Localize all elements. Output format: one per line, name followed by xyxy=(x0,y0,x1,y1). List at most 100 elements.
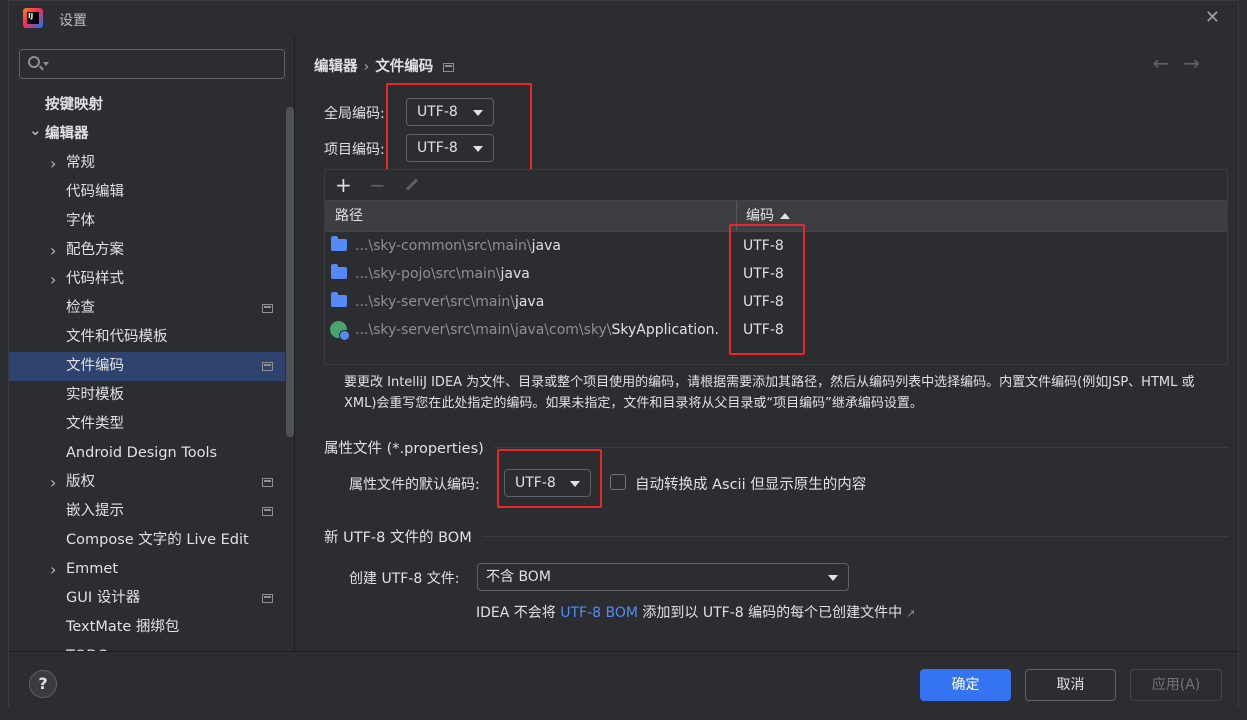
bom-create-label: 创建 UTF-8 文件: xyxy=(349,571,460,587)
sidebar-item[interactable]: 检查 xyxy=(9,294,285,323)
properties-encoding-label: 属性文件的默认编码: xyxy=(349,477,480,493)
column-header-encoding[interactable]: 编码 xyxy=(746,201,790,231)
bom-create-combo[interactable]: 不含 BOM xyxy=(477,563,849,591)
bom-section-title: 新 UTF-8 文件的 BOM xyxy=(324,530,472,546)
folder-icon xyxy=(331,264,347,279)
sidebar-item-label: 实时模板 xyxy=(66,387,124,403)
sidebar-item-label: 版权 xyxy=(66,474,95,490)
sidebar-item[interactable]: TODO xyxy=(9,642,285,651)
row-encoding[interactable]: UTF-8 xyxy=(743,316,784,344)
breadcrumb-separator: › xyxy=(363,59,370,75)
sidebar-item[interactable]: 嵌入提示 xyxy=(9,497,285,526)
column-header-path[interactable]: 路径 xyxy=(335,201,363,231)
bom-note-prefix: IDEA 不会将 xyxy=(476,605,561,621)
sidebar-item[interactable]: › 代码样式 xyxy=(9,265,285,294)
sidebar-item[interactable]: GUI 设计器 xyxy=(9,584,285,613)
help-button[interactable]: ? xyxy=(29,670,57,698)
sort-ascending-icon xyxy=(780,213,790,219)
sidebar-item-label: TODO xyxy=(66,642,109,651)
table-row[interactable]: ...\sky-server\src\main\java\com\sky\Sky… xyxy=(325,316,1227,344)
sidebar-item[interactable]: Android Design Tools xyxy=(9,439,285,468)
chevron-down-icon xyxy=(828,575,838,581)
cancel-button[interactable]: 取消 xyxy=(1025,669,1116,701)
settings-dialog: IJ 设置 ✕ 按键映射 ⌄ 编辑器 › 常规 代码编辑 字体 › 配色方案 › 代码样式 检查 文件和… xyxy=(8,0,1239,709)
path-encoding-table: + − 路径 编码 ...\sky-common\src\main\java UT… xyxy=(324,169,1228,365)
folder-icon xyxy=(331,236,347,251)
table-row[interactable]: ...\sky-pojo\src\main\java UTF-8 xyxy=(325,260,1227,288)
row-path-prefix: ...\sky-server\src\main\java\com\sky\ xyxy=(355,322,612,338)
sidebar-item[interactable]: TextMate 捆绑包 xyxy=(9,613,285,642)
sidebar-item[interactable]: 按键映射 xyxy=(9,91,285,120)
dialog-titlebar: IJ 设置 ✕ xyxy=(9,1,1238,37)
project-scope-icon xyxy=(262,304,273,313)
chevron-right-icon[interactable]: › xyxy=(50,149,56,178)
sidebar-item-label: Emmet xyxy=(66,561,119,577)
settings-search[interactable] xyxy=(19,49,285,79)
utf8-bom-link[interactable]: UTF-8 BOM xyxy=(560,605,638,621)
search-options-caret-icon[interactable] xyxy=(43,62,49,66)
sidebar-item[interactable]: 文件类型 xyxy=(9,410,285,439)
sidebar-item-label: 检查 xyxy=(66,300,95,316)
sidebar-item[interactable]: › 配色方案 xyxy=(9,236,285,265)
sidebar-item-label: 代码编辑 xyxy=(66,184,124,200)
sidebar-scrollbar[interactable] xyxy=(286,107,294,437)
properties-encoding-combo[interactable]: UTF-8 xyxy=(504,469,591,497)
apply-button[interactable]: 应用(A) xyxy=(1130,669,1222,701)
remove-path-button[interactable]: − xyxy=(369,173,386,197)
sidebar-item[interactable]: 代码编辑 xyxy=(9,178,285,207)
sidebar-item[interactable]: Compose 文字的 Live Edit xyxy=(9,526,285,555)
project-encoding-value: UTF-8 xyxy=(417,140,458,156)
table-row[interactable]: ...\sky-common\src\main\java UTF-8 xyxy=(325,232,1227,260)
sidebar-item[interactable]: › 版权 xyxy=(9,468,285,497)
native-ascii-checkbox[interactable] xyxy=(610,474,626,490)
row-path-name: SkyApplication. xyxy=(611,322,719,338)
sidebar-item[interactable]: 实时模板 xyxy=(9,381,285,410)
row-encoding[interactable]: UTF-8 xyxy=(743,232,784,260)
row-path: ...\sky-pojo\src\main\java xyxy=(355,260,733,288)
settings-tree: 按键映射 ⌄ 编辑器 › 常规代码编辑字体 › 配色方案 › 代码样式检查文件和代码模板文件编码… xyxy=(9,91,285,651)
chevron-right-icon[interactable]: › xyxy=(50,555,56,584)
dialog-title: 设置 xyxy=(59,13,87,29)
sidebar-item[interactable]: 文件编码 xyxy=(9,352,285,381)
sidebar-item-label: 文件编码 xyxy=(66,358,124,374)
chevron-right-icon[interactable]: › xyxy=(50,468,56,497)
sidebar-item[interactable]: ⌄ 编辑器 xyxy=(9,120,285,149)
table-toolbar: + − xyxy=(325,170,1227,200)
native-ascii-label[interactable]: 自动转换成 Ascii 但显示原生的内容 xyxy=(635,473,866,494)
sidebar-item[interactable]: › Emmet xyxy=(9,555,285,584)
add-path-button[interactable]: + xyxy=(335,173,352,197)
chevron-right-icon[interactable]: › xyxy=(50,265,56,294)
chevron-down-icon xyxy=(473,110,483,116)
class-icon xyxy=(330,321,350,341)
sidebar-item[interactable]: 字体 xyxy=(9,207,285,236)
edit-icon[interactable] xyxy=(403,178,417,192)
settings-sidebar: 按键映射 ⌄ 编辑器 › 常规代码编辑字体 › 配色方案 › 代码样式检查文件和代码模板文件编码… xyxy=(9,37,295,651)
chevron-down-icon[interactable]: ⌄ xyxy=(29,116,42,145)
close-icon[interactable]: ✕ xyxy=(1205,7,1220,28)
table-row[interactable]: ...\sky-server\src\main\java UTF-8 xyxy=(325,288,1227,316)
sidebar-item-label: 按键映射 xyxy=(45,97,103,113)
forward-arrow-icon[interactable]: → xyxy=(1183,51,1214,75)
external-link-icon[interactable]: ↗ xyxy=(906,607,915,620)
back-arrow-icon[interactable]: ← xyxy=(1152,51,1183,75)
sidebar-item[interactable]: › 常规 xyxy=(9,149,285,178)
row-path-name: java xyxy=(500,266,530,282)
intellij-logo-icon: IJ xyxy=(23,8,43,28)
ok-button[interactable]: 确定 xyxy=(920,669,1011,701)
project-scope-icon xyxy=(262,594,273,603)
row-encoding[interactable]: UTF-8 xyxy=(743,260,784,288)
sidebar-item[interactable]: 文件和代码模板 xyxy=(9,323,285,352)
settings-search-input[interactable] xyxy=(54,53,274,75)
encoding-help-text: 要更改 IntelliJ IDEA 为文件、目录或整个项目使用的编码，请根据需要… xyxy=(344,375,1195,411)
project-scope-icon xyxy=(262,478,273,487)
row-encoding[interactable]: UTF-8 xyxy=(743,288,784,316)
project-scope-icon xyxy=(443,62,455,72)
column-divider[interactable] xyxy=(736,201,737,231)
chevron-right-icon[interactable]: › xyxy=(50,236,56,265)
column-header-encoding-label: 编码 xyxy=(746,208,774,224)
global-encoding-combo[interactable]: UTF-8 xyxy=(406,98,494,126)
breadcrumb-parent[interactable]: 编辑器 xyxy=(314,59,358,75)
section-divider xyxy=(494,447,1228,448)
sidebar-item-label: GUI 设计器 xyxy=(66,590,141,606)
project-encoding-combo[interactable]: UTF-8 xyxy=(406,134,494,162)
